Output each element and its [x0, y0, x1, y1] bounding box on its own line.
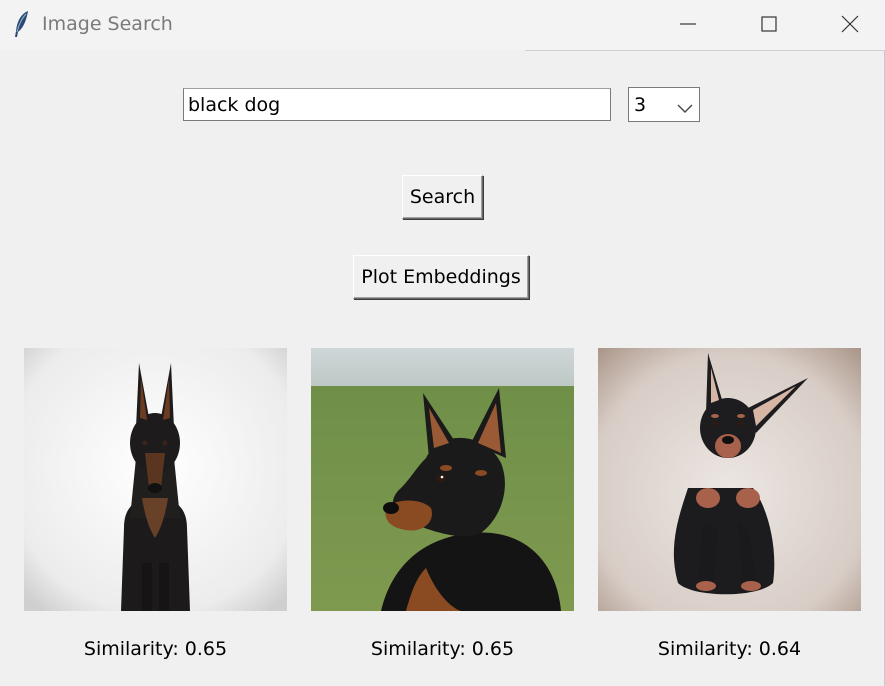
close-icon: [841, 15, 859, 33]
minimize-icon: [679, 15, 697, 33]
result-count-select[interactable]: 3: [628, 87, 700, 122]
app-window: Image Search 3 Search Plot: [0, 0, 885, 686]
search-button[interactable]: Search: [402, 175, 483, 219]
minimize-button[interactable]: [648, 0, 728, 48]
maximize-button[interactable]: [729, 0, 809, 48]
feather-icon: [12, 9, 32, 39]
result-image: [24, 348, 287, 611]
result-image: [311, 348, 574, 611]
similarity-label: Similarity: 0.64: [657, 638, 802, 660]
close-button[interactable]: [810, 0, 885, 48]
result-count-value: 3: [634, 94, 647, 116]
chevron-down-icon: [677, 99, 693, 118]
maximize-icon: [760, 15, 778, 33]
window-title: Image Search: [42, 13, 173, 35]
title-bar: Image Search: [0, 0, 885, 50]
result-card: Similarity: 0.65: [311, 348, 574, 660]
plot-embeddings-button[interactable]: Plot Embeddings: [353, 255, 529, 299]
search-input[interactable]: [183, 88, 611, 121]
title-bar-divider: [525, 50, 885, 51]
result-card: Similarity: 0.64: [598, 348, 861, 660]
result-card: Similarity: 0.65: [24, 348, 287, 660]
similarity-label: Similarity: 0.65: [83, 638, 228, 660]
similarity-label: Similarity: 0.65: [370, 638, 515, 660]
result-image: [598, 348, 861, 611]
